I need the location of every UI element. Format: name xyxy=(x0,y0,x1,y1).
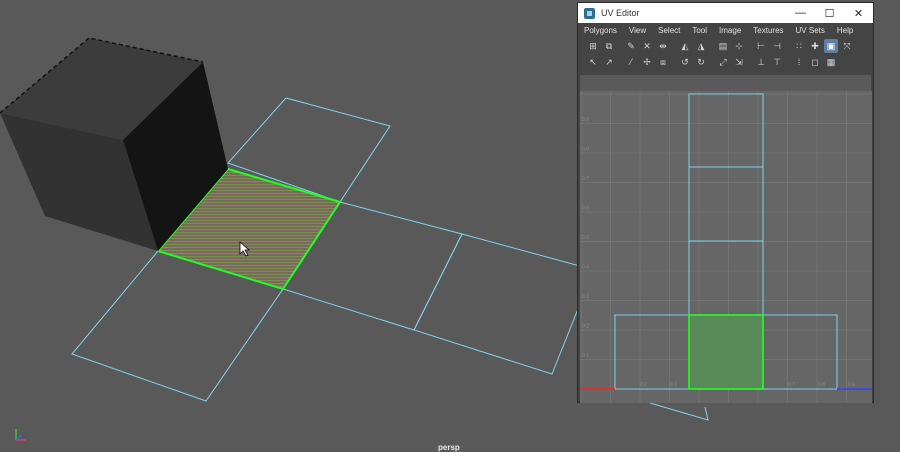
tick-label-v: 0.9 xyxy=(582,117,589,123)
close-button[interactable]: ✕ xyxy=(844,3,873,23)
tick-label-v: 0.6 xyxy=(582,206,589,212)
uv-face-left xyxy=(614,314,690,390)
menu-select[interactable]: Select xyxy=(658,26,680,35)
tick-label-v: 0.2 xyxy=(582,324,589,330)
tick-label-v: 0.1 xyxy=(582,353,589,359)
tick-label-u: 0.8 xyxy=(818,382,825,388)
straighten-icon[interactable]: ⁄ xyxy=(624,55,638,69)
menu-image[interactable]: Image xyxy=(719,26,741,35)
uv-editor-titlebar[interactable]: UV Editor — ☐ ✕ xyxy=(578,3,873,23)
tick-label-u: 0.3 xyxy=(670,382,677,388)
net-face-far-right xyxy=(413,233,581,375)
uv-toolbar: ⊞ ⧉ ✎ ✕ ⇹ ◭ ◮ ▤ ⊹ ⊢ ⊣ ∷ ✚ ▣ ⤧ ↖ ↗ ⁄ ✢ ⧈ … xyxy=(578,37,873,73)
align-bottom-icon[interactable]: ⊥ xyxy=(754,55,768,69)
tick-label-u: 0.2 xyxy=(640,382,647,388)
menu-help[interactable]: Help xyxy=(837,26,853,35)
tick-label-u: 0.7 xyxy=(788,382,795,388)
tick-label-v: 0.5 xyxy=(582,235,589,241)
tick-label-v: 0.8 xyxy=(582,147,589,153)
distribute-v-icon[interactable]: ⁞ xyxy=(792,55,806,69)
normalize-icon[interactable]: ⧈ xyxy=(656,55,670,69)
uv-grid-tool-icon[interactable]: ⊞ xyxy=(586,39,600,53)
move-uv-icon[interactable]: ↖ xyxy=(586,55,600,69)
uv-layout-icon[interactable]: ⧉ xyxy=(602,39,616,53)
align-top-icon[interactable]: ⊤ xyxy=(770,55,784,69)
add-shell-icon[interactable]: ✚ xyxy=(808,39,822,53)
uv-texture-space[interactable]: 0.90.80.70.60.50.40.30.20.10.20.30.40.50… xyxy=(580,91,872,403)
uv-face-middle xyxy=(688,240,764,316)
uv-editor-title: UV Editor xyxy=(601,8,640,18)
sew-tool-icon[interactable]: ✕ xyxy=(640,39,654,53)
tick-label-u: 0.9 xyxy=(848,382,855,388)
stack-icon[interactable]: ⤢ xyxy=(716,55,730,69)
tick-label-v: 0.3 xyxy=(582,294,589,300)
uv-editor-menubar: Polygons View Select Tool Image Textures… xyxy=(578,23,873,37)
camera-label: persp xyxy=(438,443,460,452)
minimize-button[interactable]: — xyxy=(786,3,815,23)
split-tool-icon[interactable]: ⇹ xyxy=(656,39,670,53)
shade-uv-icon[interactable]: ⤧ xyxy=(840,39,854,53)
align-right-icon[interactable]: ⊣ xyxy=(770,39,784,53)
tick-label-v: 0.7 xyxy=(582,176,589,182)
uv-editor-info-strip xyxy=(580,75,871,91)
tick-label-v: 0.4 xyxy=(582,265,589,271)
net-face-tail xyxy=(649,402,709,421)
orient-icon[interactable]: ⇲ xyxy=(732,55,746,69)
snap-icon[interactable]: ⊹ xyxy=(732,39,746,53)
bounding-box-icon[interactable]: ◻ xyxy=(808,55,822,69)
align-left-icon[interactable]: ⊢ xyxy=(754,39,768,53)
flip-v-icon[interactable]: ◮ xyxy=(694,39,708,53)
menu-uv-sets[interactable]: UV Sets xyxy=(796,26,825,35)
unfold-icon[interactable]: ✢ xyxy=(640,55,654,69)
uv-selected-face[interactable] xyxy=(688,314,764,390)
menu-textures[interactable]: Textures xyxy=(753,26,783,35)
uv-editor-window[interactable]: UV Editor — ☐ ✕ Polygons View Select Too… xyxy=(577,2,874,403)
menu-polygons[interactable]: Polygons xyxy=(584,26,617,35)
rotate-cw-icon[interactable]: ↻ xyxy=(694,55,708,69)
rotate-ccw-icon[interactable]: ↺ xyxy=(678,55,692,69)
distribute-icon[interactable]: ▤ xyxy=(716,39,730,53)
display-image-icon[interactable]: ▣ xyxy=(824,39,838,53)
uv-face-top xyxy=(688,93,764,168)
uv-editor-app-icon xyxy=(584,7,595,19)
axis-gizmo-icon xyxy=(15,429,26,441)
uv-face-right xyxy=(762,314,838,390)
uv-face-upper xyxy=(688,166,764,242)
shell-icon[interactable]: ∷ xyxy=(792,39,806,53)
select-uv-icon[interactable]: ↗ xyxy=(602,55,616,69)
menu-tool[interactable]: Tool xyxy=(692,26,707,35)
cut-tool-icon[interactable]: ✎ xyxy=(624,39,638,53)
maximize-button[interactable]: ☐ xyxy=(815,3,844,23)
flip-u-icon[interactable]: ◭ xyxy=(678,39,692,53)
checker-icon[interactable]: ▦ xyxy=(824,55,838,69)
menu-view[interactable]: View xyxy=(629,26,646,35)
